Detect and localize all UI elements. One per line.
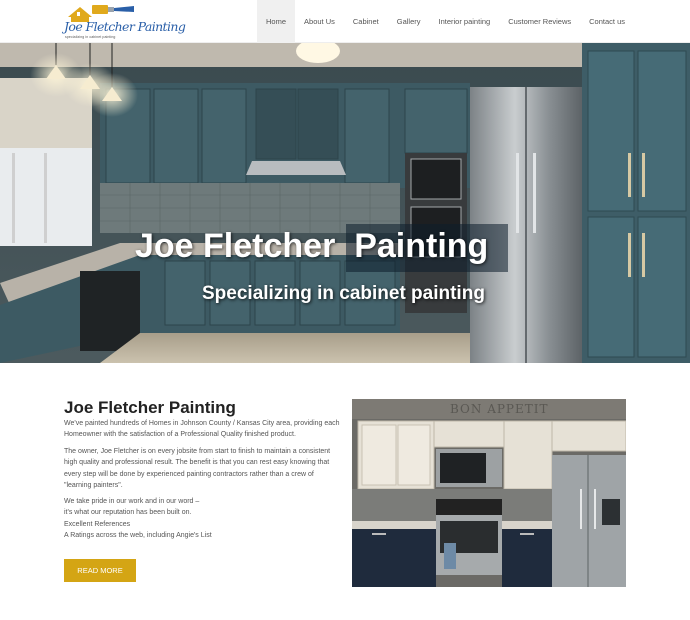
nav-interior-painting[interactable]: Interior painting xyxy=(430,0,500,43)
hero-title-part2: Painting xyxy=(354,227,489,265)
about-paragraph-2: The owner, Joe Fletcher is on every jobs… xyxy=(64,448,331,489)
about-line: We take pride in our work and in our wor… xyxy=(64,498,200,505)
hero-subtitle: Specializing in cabinet painting xyxy=(202,283,485,304)
top-navbar: Joe Fletcher Painting specializing in ca… xyxy=(0,0,690,43)
photo-wall-text: BON APPETIT xyxy=(450,402,549,416)
logo-name: Joe Fletcher Painting xyxy=(64,19,186,34)
logo-tagline: specializing in cabinet painting xyxy=(65,35,116,39)
about-line: Excellent References xyxy=(64,520,131,528)
main-menu: Home About Us Cabinet Gallery Interior p… xyxy=(257,0,634,43)
read-more-button[interactable]: READ MORE xyxy=(64,559,136,582)
site-logo[interactable]: Joe Fletcher Painting specializing in ca… xyxy=(62,2,186,42)
kitchen-photo: BON APPETIT xyxy=(352,399,626,587)
about-line: it's what our reputation has been built … xyxy=(64,509,192,517)
nav-customer-reviews[interactable]: Customer Reviews xyxy=(499,0,580,43)
about-line: A Ratings across the web, including Angi… xyxy=(64,531,212,539)
hero-title-text: Joe Fletcher Painting xyxy=(135,227,488,266)
hero-title: Joe Fletcher Painting xyxy=(128,224,508,272)
about-paragraph-1: We've painted hundreds of Homes in Johns… xyxy=(64,420,340,439)
nav-about-us[interactable]: About Us xyxy=(295,0,344,43)
about-highlights: We take pride in our work and in our wor… xyxy=(64,496,212,541)
nav-home[interactable]: Home xyxy=(257,0,296,43)
nav-cabinet[interactable]: Cabinet xyxy=(344,0,388,43)
hero-title-part1: Joe Fletcher xyxy=(135,227,336,265)
nav-contact-us[interactable]: Contact us xyxy=(580,0,634,43)
white-cabinets-kitchen-image: BON APPETIT xyxy=(352,399,626,587)
about-title: Joe Fletcher Painting xyxy=(64,398,236,417)
hero-banner: Joe Fletcher Painting Specializing in ca… xyxy=(0,43,690,363)
nav-gallery[interactable]: Gallery xyxy=(388,0,430,43)
kitchen-hero-image xyxy=(0,43,690,363)
